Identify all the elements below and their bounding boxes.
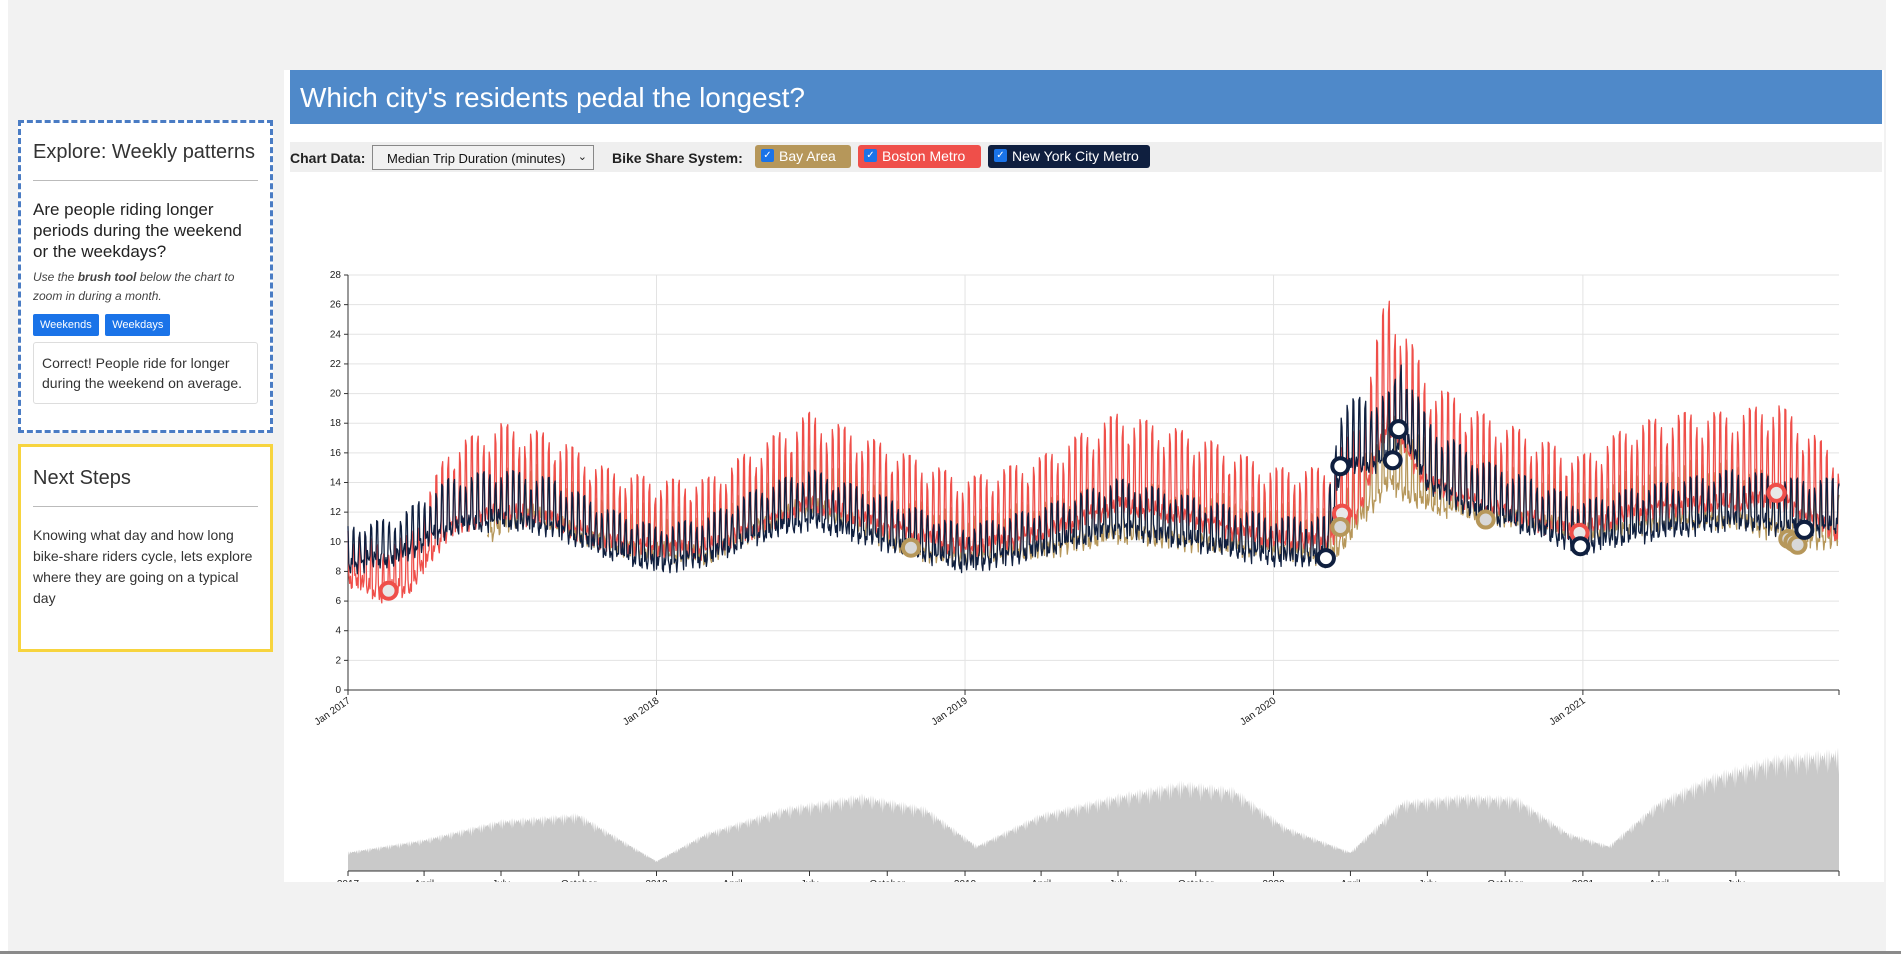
brush-x-tick-label: July: [1727, 879, 1745, 882]
highlight-point: [1766, 482, 1787, 503]
y-tick-label: 10: [330, 537, 342, 548]
brush-x-tick-label: April: [1649, 879, 1669, 882]
weekends-button[interactable]: Weekends: [33, 314, 99, 336]
explore-hint: Use the brush tool below the chart to zo…: [33, 268, 258, 306]
y-tick-label: 8: [335, 566, 341, 577]
y-tick-label: 20: [330, 389, 342, 400]
highlight-point: [900, 537, 921, 558]
brush-x-tick-label: April: [723, 879, 743, 882]
answer-buttons: Weekends Weekdays: [33, 314, 258, 336]
trip-duration-chart: 0246810121416182022242628Jan 2017 Jan 201…: [313, 270, 1840, 882]
brush-x-tick-label: July: [1418, 879, 1436, 882]
y-tick-label: 4: [335, 626, 341, 637]
y-tick-label: 24: [330, 329, 342, 340]
y-tick-label: 22: [330, 359, 342, 370]
brush-x-tick-label: April: [414, 879, 434, 882]
highlight-point: [1794, 519, 1815, 540]
highlight-point: [1315, 548, 1336, 569]
x-tick-label: Jan 2020: [1238, 695, 1278, 728]
series-line-boston-metro: [347, 300, 1840, 604]
explore-question: Are people riding longer periods during …: [33, 200, 242, 261]
highlight-point: [378, 580, 399, 601]
explore-heading: Explore: Weekly patterns: [33, 141, 255, 163]
y-tick-label: 16: [330, 448, 342, 459]
brush-x-tick-label: July: [801, 879, 819, 882]
y-tick-label: 6: [335, 596, 341, 607]
highlight-point: [1570, 536, 1591, 557]
brush-x-tick-label: July: [492, 879, 510, 882]
x-tick-label: Jan 2018: [621, 695, 661, 728]
highlight-point: [1330, 516, 1351, 537]
y-tick-label: 0: [335, 685, 341, 696]
brush-x-tick-label: October: [869, 879, 905, 882]
x-tick-label: Jan 2019: [930, 695, 970, 728]
brush-x-tick-label: 2020: [1262, 879, 1285, 882]
y-tick-label: 18: [330, 418, 342, 429]
brush-x-tick-label: 2017: [337, 879, 360, 882]
brush-x-tick-label: October: [1178, 879, 1214, 882]
next-steps-heading: Next Steps: [33, 467, 131, 489]
y-tick-label: 26: [330, 300, 342, 311]
x-tick-label: Jan 2017: [313, 695, 353, 728]
highlight-point: [1382, 450, 1403, 471]
next-steps-text: Knowing what day and how long bike-share…: [33, 527, 253, 606]
brush-x-tick-label: 2019: [954, 879, 977, 882]
y-tick-label: 14: [330, 478, 342, 489]
brush-x-tick-label: 2018: [645, 879, 668, 882]
brush-x-tick-label: October: [1487, 879, 1523, 882]
hint-bold: brush tool: [77, 270, 137, 284]
highlight-point: [1388, 419, 1409, 440]
brush-x-tick-label: July: [1109, 879, 1127, 882]
brush-x-tick-label: April: [1340, 879, 1360, 882]
next-steps-divider: [33, 506, 258, 507]
y-tick-label: 12: [330, 507, 342, 518]
weekdays-button[interactable]: Weekdays: [105, 314, 171, 336]
explore-panel: Explore: Weekly patterns Are people ridi…: [18, 120, 273, 433]
main-card: Which city's residents pedal the longest…: [284, 70, 1884, 882]
x-tick-label: Jan 2021: [1548, 695, 1588, 728]
brush-x-tick-label: October: [561, 879, 597, 882]
y-tick-label: 2: [335, 655, 341, 666]
highlight-point: [1475, 509, 1496, 530]
brush-volume-area: [348, 747, 1839, 871]
y-tick-label: 28: [330, 270, 342, 281]
brush-x-tick-label: 2021: [1572, 879, 1595, 882]
explore-divider: [33, 180, 258, 181]
answer-feedback: Correct! People ride for longer during t…: [33, 342, 258, 404]
brush-x-tick-label: April: [1031, 879, 1051, 882]
next-steps-panel: Next Steps Knowing what day and how long…: [18, 444, 273, 652]
highlight-point: [1330, 456, 1351, 477]
hint-prefix: Use the: [33, 270, 78, 284]
